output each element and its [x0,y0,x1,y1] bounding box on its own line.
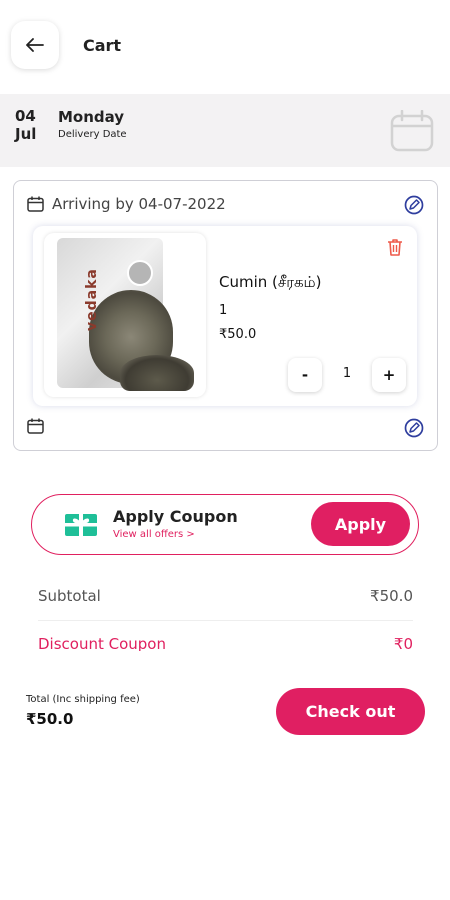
discount-value: ₹0 [393,635,413,651]
edit-icon[interactable] [404,195,424,219]
trash-icon[interactable] [385,237,405,261]
total-label: Total (Inc shipping fee) [26,694,140,705]
view-offers-link[interactable]: View all offers > [113,529,195,540]
subtotal-value: ₹50.0 [370,587,413,605]
brand-name: vedaka [84,268,100,331]
back-button[interactable] [11,21,59,69]
summary-divider [38,620,413,621]
calendar-icon[interactable] [390,109,434,156]
quantity-value: 1 [342,366,352,381]
delivery-weekday: Monday [58,108,125,126]
product-image: vedaka [44,233,206,397]
total-value: ₹50.0 [26,710,74,728]
delivery-month: Jul [15,125,37,143]
product-quantity: 1 [219,303,228,318]
calendar-small-icon [27,196,44,216]
delivery-date-label: Delivery Date [58,129,127,140]
discount-label: Discount Coupon [38,635,166,651]
decrease-quantity-button[interactable]: - [288,358,322,392]
delivery-day: 04 [15,107,36,125]
spice-pile [120,355,194,391]
gift-card-icon [64,511,98,543]
brand-logo-icon [127,260,153,286]
checkout-button[interactable]: Check out [276,688,425,735]
increase-quantity-button[interactable]: + [372,358,406,392]
subtotal-label: Subtotal [38,587,101,605]
page-title: Cart [83,36,122,55]
arriving-date-text: Arriving by 04-07-2022 [52,195,226,213]
coupon-title: Apply Coupon [113,507,238,526]
product-name: Cumin (சீரகம்) [219,273,322,291]
product-price: ₹50.0 [219,327,257,342]
edit-icon[interactable] [404,418,424,442]
apply-coupon-button[interactable]: Apply [311,502,410,546]
arrow-left-icon [26,38,44,52]
calendar-small-icon[interactable] [27,418,44,438]
discount-row: Discount Coupon ₹0 [30,630,420,651]
header [0,0,450,94]
